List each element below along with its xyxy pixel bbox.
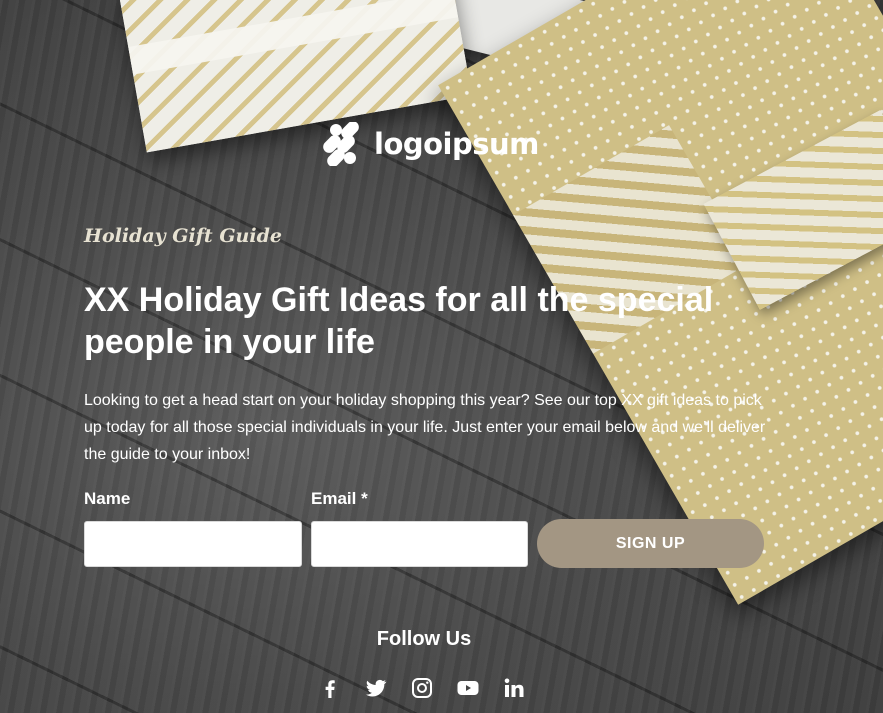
email-label: Email * (311, 489, 368, 508)
logo-text: logoipsum (374, 127, 539, 161)
social-links (318, 676, 526, 700)
twitter-icon[interactable] (364, 676, 388, 700)
name-field[interactable] (84, 521, 302, 567)
youtube-icon[interactable] (456, 676, 480, 700)
signup-section: logoipsum Holiday Gift Guide XX Holiday … (0, 0, 883, 713)
follow-us-heading: Follow Us (376, 628, 472, 650)
page-title: XX Holiday Gift Ideas for all the specia… (84, 281, 714, 361)
logo-mark-icon (323, 122, 359, 166)
instagram-icon[interactable] (410, 676, 434, 700)
email-field[interactable] (311, 521, 528, 567)
sign-up-button[interactable]: SIGN UP (537, 519, 764, 568)
guide-kicker: Holiday Gift Guide (84, 225, 282, 247)
linkedin-icon[interactable] (502, 676, 526, 700)
name-label: Name (84, 489, 131, 508)
brand-logo: logoipsum (320, 122, 539, 166)
intro-text: Looking to get a head start on your holi… (84, 392, 766, 463)
facebook-icon[interactable] (318, 676, 342, 700)
